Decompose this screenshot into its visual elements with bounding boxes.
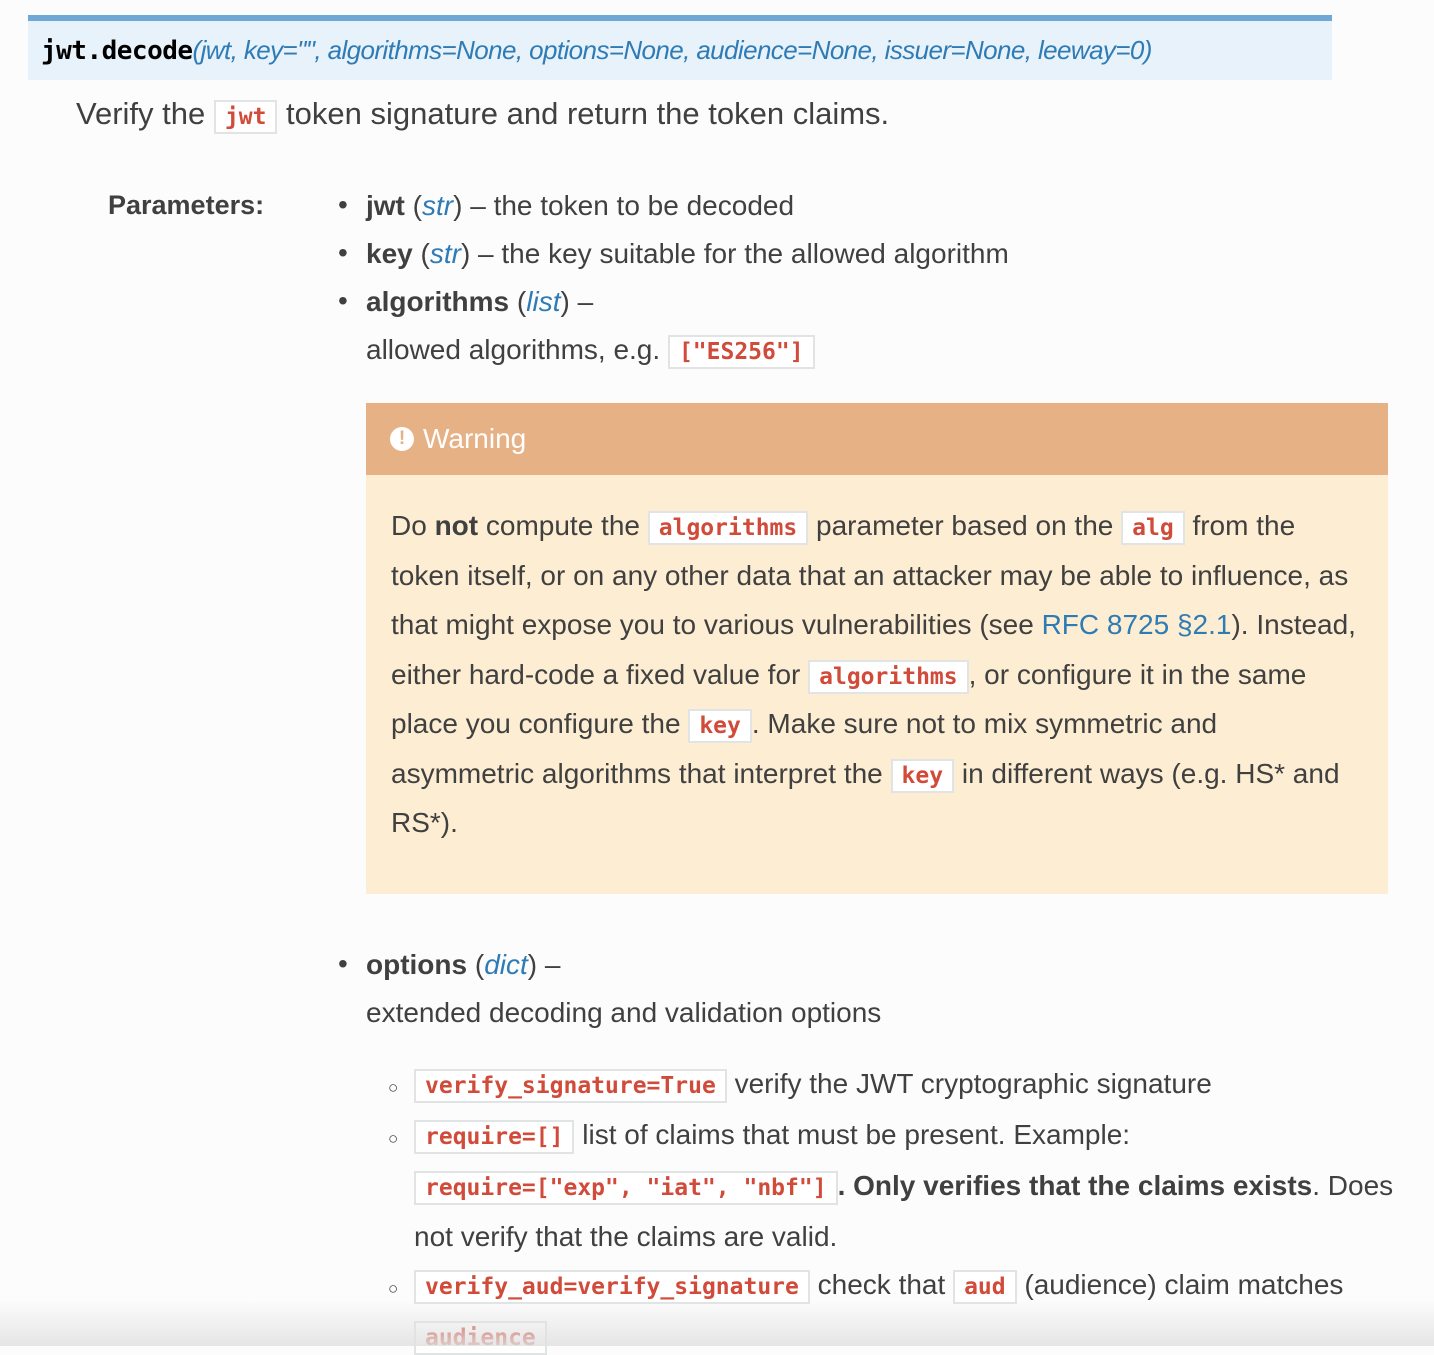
exclamation-circle-icon: ! (390, 427, 414, 451)
inline-code: key (688, 709, 752, 743)
option-item-require: require=[] list of claims that must be p… (414, 1119, 1130, 1154)
parameters-label: Parameters: (108, 190, 265, 220)
circle-bullet-icon: ○ (388, 1078, 399, 1097)
inline-code: verify_aud=verify_signature (414, 1270, 810, 1304)
circle-bullet-icon: ○ (388, 1129, 399, 1148)
option-item-verify-aud: verify_aud=verify_signature check that a… (414, 1269, 1343, 1304)
function-description: Verify the jwt token signature and retur… (76, 96, 889, 134)
inline-code: alg (1121, 511, 1185, 545)
inline-code: algorithms (647, 511, 809, 545)
bullet-icon: • (338, 285, 348, 316)
param-item-jwt: jwt (str) – the token to be decoded (366, 190, 795, 221)
inline-code: algorithms (808, 659, 969, 694)
param-item-options: options (dict) – (366, 949, 561, 980)
function-params: (jwt, key="", algorithms=None, options=N… (192, 35, 1153, 65)
bullet-icon: • (338, 237, 348, 268)
option-item-verify-signature: verify_signature=True verify the JWT cry… (414, 1068, 1212, 1103)
inline-code: verify_signature=True (414, 1069, 727, 1103)
warning-body: Do not compute the algorithms parameter … (391, 510, 1356, 838)
warning-title: Warning (423, 423, 527, 454)
bullet-icon: • (338, 189, 348, 220)
warning-header: ! Warning (366, 403, 1388, 475)
rfc-link[interactable]: RFC 8725 §2.1 (1042, 609, 1232, 640)
param-desc-algorithms: allowed algorithms, e.g. ["ES256"] (366, 334, 815, 369)
circle-bullet-icon: ○ (388, 1279, 399, 1298)
param-item-algorithms: algorithms (list) – (366, 286, 594, 317)
type-link[interactable]: str (430, 238, 461, 269)
type-link[interactable]: str (422, 190, 453, 221)
inline-code: key (890, 758, 955, 793)
type-link[interactable]: dict (484, 949, 528, 980)
bottom-fade (0, 1300, 1434, 1346)
inline-code: aud (953, 1270, 1017, 1304)
param-desc-options: extended decoding and validation options (366, 997, 882, 1028)
inline-code: audience (414, 1321, 547, 1355)
type-link[interactable]: list (526, 286, 560, 317)
warning-admonition: ! Warning Do not compute the algorithms … (366, 403, 1388, 894)
option-item-require-example: require=["exp", "iat", "nbf"]. Only veri… (414, 1170, 1393, 1205)
param-item-key: key (str) – the key suitable for the all… (366, 238, 1009, 269)
inline-code: require=[] (414, 1120, 575, 1154)
option-item-verify-aud-cont: audience (414, 1320, 547, 1355)
function-name: jwt.decode (41, 35, 193, 66)
function-signature: jwt.decode (jwt, key="", algorithms=None,… (28, 15, 1332, 80)
bullet-icon: • (338, 948, 348, 979)
inline-code: require=["exp", "iat", "nbf"] (414, 1171, 838, 1205)
inline-code: ["ES256"] (667, 335, 815, 369)
option-item-require-note: not verify that the claims are valid. (414, 1221, 838, 1252)
inline-code: jwt (213, 100, 278, 134)
